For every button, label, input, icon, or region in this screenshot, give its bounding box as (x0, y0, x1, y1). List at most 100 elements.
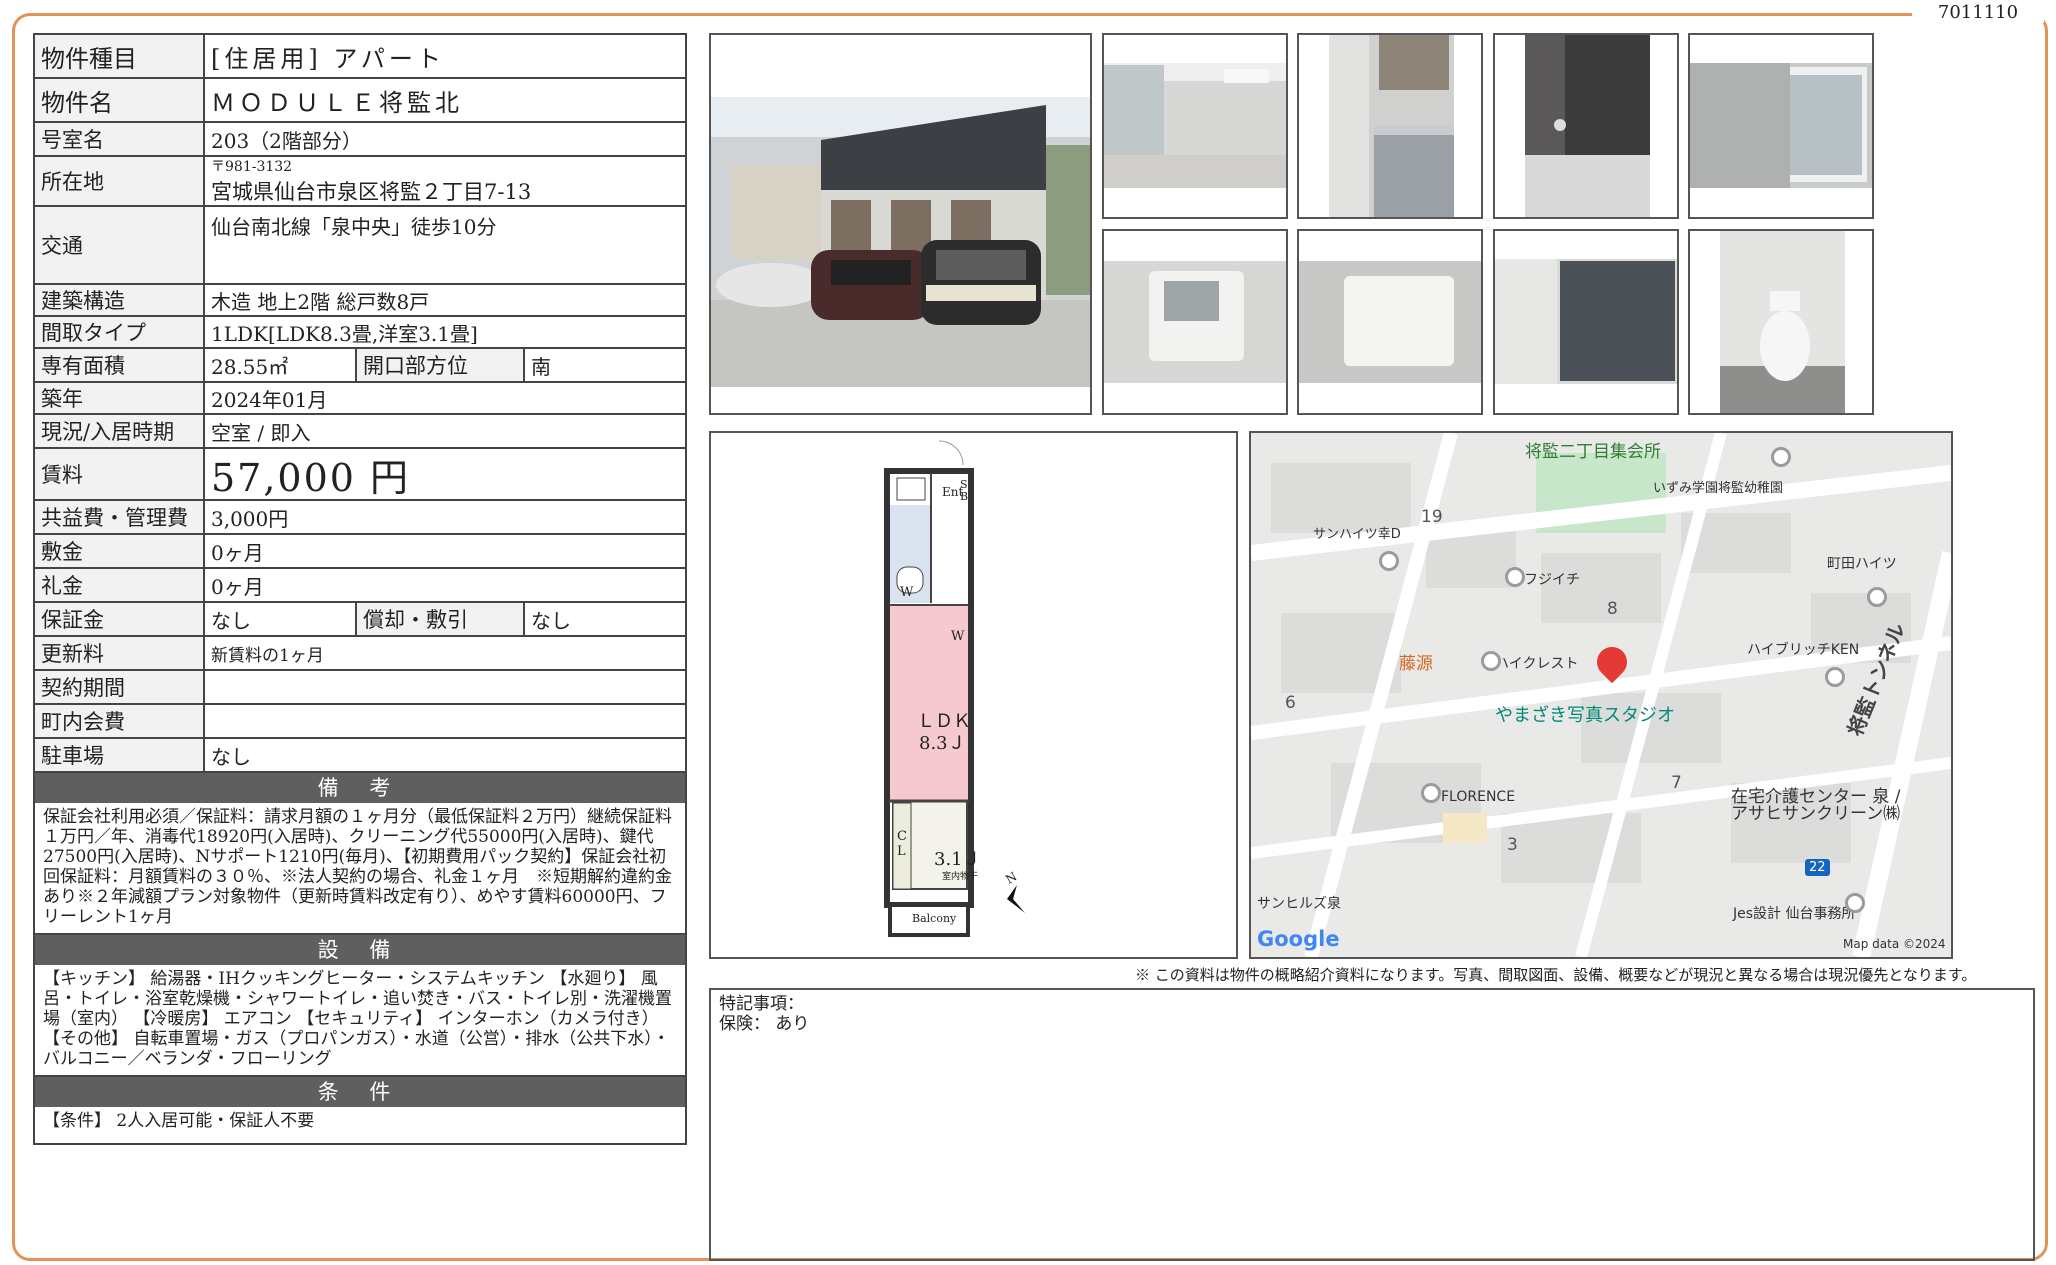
value-parking: なし (211, 744, 251, 769)
map-block-6: 6 (1285, 693, 1296, 713)
row-guarantee: 保証金 なし 償却・敷引 なし (35, 603, 685, 637)
kitchen-photo (1297, 33, 1483, 219)
map-community-hall[interactable]: 将監二丁目集会所 (1525, 437, 1661, 462)
fp-balcony-label: Balcony (912, 912, 957, 925)
map-hyblitch[interactable]: ハイブリッチKEN (1747, 639, 1859, 659)
disclaimer-note: ※ この資料は物件の概略紹介資料になります。写真、間取図面、設備、概要などが現況… (1135, 966, 1977, 984)
row-built: 築年 2024年01月 (35, 383, 685, 415)
map-florence[interactable]: FLORENCE (1441, 789, 1515, 805)
map-pin-icon[interactable] (1421, 783, 1441, 803)
map-sunhills[interactable]: サンヒルズ泉 (1257, 893, 1341, 913)
fp-w-label-2: W (951, 629, 965, 644)
conditions-header: 条 件 (35, 1077, 685, 1107)
value-structure: 木造 地上2階 総戸数8戸 (211, 289, 430, 314)
remarks-header: 備 考 (35, 773, 685, 803)
exterior-photo-image (711, 97, 1090, 387)
map-fujiichi[interactable]: フジイチ (1524, 569, 1580, 589)
map-pin-icon[interactable] (1379, 551, 1399, 571)
value-contract (205, 671, 685, 703)
google-logo: Google (1257, 927, 1340, 951)
value-status: 空室 / 即入 (211, 420, 311, 445)
map-pin-icon[interactable] (1481, 651, 1501, 671)
zip-code: 〒981-3132 (211, 159, 293, 175)
row-name: 物件名 ＭＯＤＵＬＥ将監北 (35, 79, 685, 123)
map-kindergarten[interactable]: いずみ学園将監幼稚園 (1653, 477, 1783, 496)
map-block-19: 19 (1421, 507, 1443, 527)
row-area: 専有面積 28.55㎡ 開口部方位 南 (35, 349, 685, 383)
value-address: 〒981-3132 宮城県仙台市泉区将監２丁目7-13 (205, 157, 685, 205)
label-parking: 駐車場 (35, 739, 205, 771)
closet-photo-image (1495, 259, 1677, 384)
insurance-text: 保険： あり (719, 1014, 810, 1034)
intercom-photo (1102, 229, 1288, 415)
map-sunheights[interactable]: サンハイツ幸D (1313, 523, 1401, 542)
value-community-fee (205, 705, 685, 737)
address-line: 宮城県仙台市泉区将監２丁目7-13 (211, 180, 532, 204)
map-pin-icon[interactable] (1771, 447, 1791, 467)
label-room: 号室名 (35, 123, 205, 155)
label-guarantee: 保証金 (35, 603, 205, 635)
map-pin-icon[interactable] (1845, 893, 1865, 913)
map-pin-icon[interactable] (1505, 567, 1525, 587)
row-community-fee: 町内会費 (35, 705, 685, 739)
map-jes[interactable]: Jes設計 仙台事務所 (1733, 903, 1856, 923)
row-renewal: 更新料 新賃料の1ヶ月 (35, 637, 685, 671)
floor-plan: Ent S B W W ＬＤＫ 8.3Ｊ C L 3.1Ｊ 室内物干 Balco… (709, 431, 1238, 959)
label-amortization: 償却・敷引 (355, 603, 525, 635)
value-access: 仙台南北線「泉中央」徒歩10分 (211, 215, 497, 239)
intercom-photo-image (1104, 261, 1286, 383)
row-contract: 契約期間 (35, 671, 685, 705)
label-direction: 開口部方位 (355, 349, 525, 381)
label-deposit: 敷金 (35, 535, 205, 567)
conditions-text: 【条件】 2人入居可能・保証人不要 (43, 1111, 315, 1131)
row-status: 現況/入居時期 空室 / 即入 (35, 415, 685, 449)
label-access: 交通 (35, 207, 205, 283)
map-block-7: 7 (1671, 773, 1682, 793)
label-renewal: 更新料 (35, 637, 205, 669)
location-map[interactable]: 将監二丁目集会所 いずみ学園将監幼稚園 サンハイツ幸D フジイチ 町田ハイツ 藤… (1249, 431, 1953, 959)
row-parking: 駐車場 なし (35, 739, 685, 773)
fp-cl-label: C L (897, 829, 907, 859)
label-address: 所在地 (35, 157, 205, 205)
value-renewal: 新賃料の1ヶ月 (211, 645, 324, 666)
map-fujigen[interactable]: 藤源 (1399, 649, 1433, 674)
label-status: 現況/入居時期 (35, 415, 205, 447)
row-structure: 建築構造 木造 地上2階 総戸数8戸 (35, 285, 685, 317)
value-built: 2024年01月 (211, 387, 328, 412)
label-layout: 間取タイプ (35, 317, 205, 347)
closet-photo (1493, 229, 1679, 415)
map-pin-icon[interactable] (1825, 667, 1845, 687)
fp-w-label-1: W (900, 585, 914, 600)
value-deposit: 0ヶ月 (211, 540, 264, 565)
bath-photo (1493, 33, 1679, 219)
bath-photo-image (1525, 35, 1650, 217)
row-room: 号室名 203（2階部分） (35, 123, 685, 157)
row-type: 物件種目 [住居用] アパート (35, 35, 685, 79)
label-contract: 契約期間 (35, 671, 205, 703)
map-roads (1251, 433, 1951, 957)
map-pin-icon[interactable] (1867, 587, 1887, 607)
window-photo (1688, 33, 1874, 219)
map-studio[interactable]: やまざき写真スタジオ (1495, 701, 1675, 727)
map-machida[interactable]: 町田ハイツ (1827, 553, 1897, 573)
toilet-photo (1688, 229, 1874, 415)
row-fee: 共益費・管理費 3,000円 (35, 501, 685, 535)
value-name: ＭＯＤＵＬＥ将監北 (211, 88, 463, 117)
map-haicrest[interactable]: ハイクレスト (1495, 653, 1578, 673)
row-access: 交通 仙台南北線「泉中央」徒歩10分 (35, 207, 685, 285)
value-keymoney: 0ヶ月 (211, 574, 264, 599)
value-guarantee: なし (211, 608, 251, 633)
document-id: 7011110 (1912, 2, 2044, 23)
map-care-center[interactable]: 在宅介護センター 泉 / アサヒサンクリーン㈱ (1731, 789, 1901, 823)
value-amortization: なし (531, 608, 571, 633)
map-block-8: 8 (1607, 599, 1618, 619)
label-fee: 共益費・管理費 (35, 501, 205, 533)
exterior-photo (709, 33, 1092, 415)
label-name: 物件名 (35, 79, 205, 121)
value-room: 203（2階部分） (211, 128, 362, 153)
value-fee: 3,000円 (211, 506, 289, 531)
remarks-text: 保証会社利用必須／保証料：請求月額の１ヶ月分（最低保証料２万円）継続保証料１万円… (35, 803, 685, 935)
fp-sb-label: S B (960, 478, 969, 503)
window-photo-image (1690, 63, 1872, 188)
map-block-3: 3 (1507, 835, 1518, 855)
